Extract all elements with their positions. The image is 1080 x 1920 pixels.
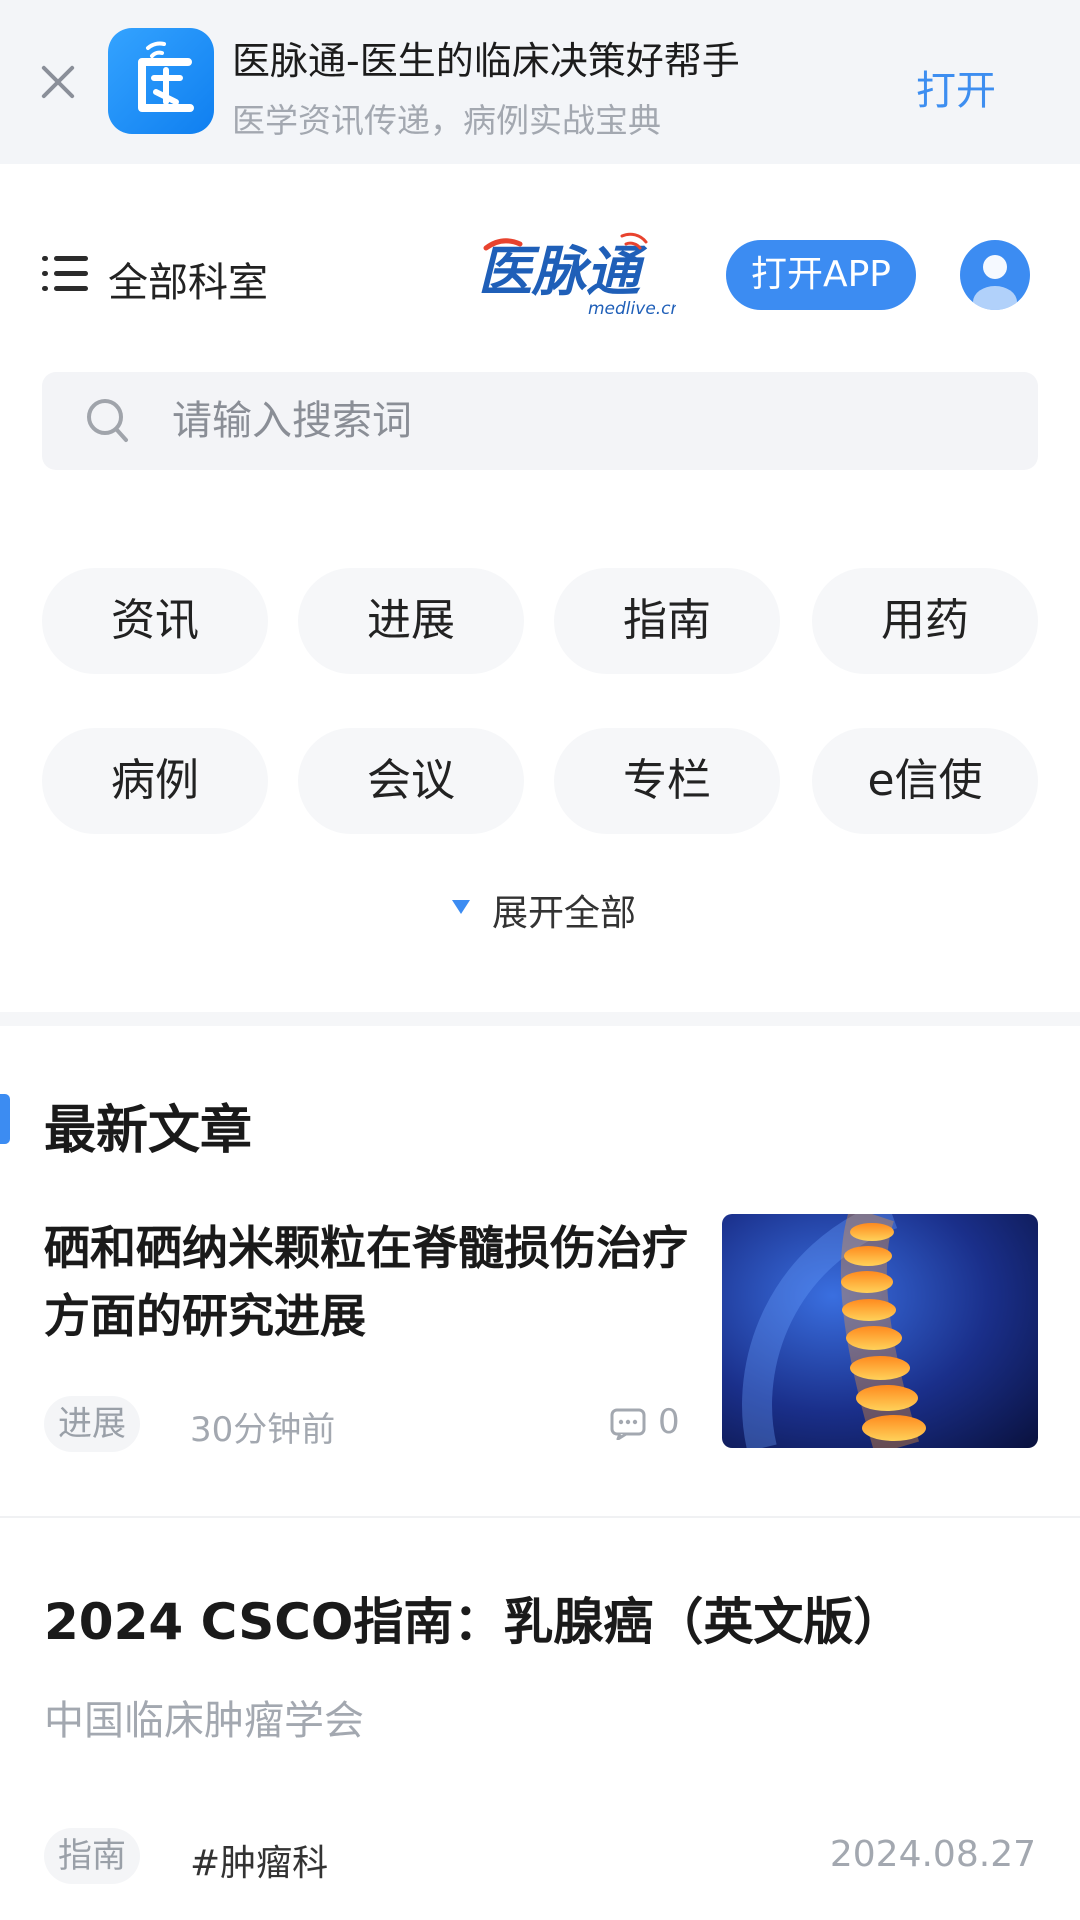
search-bar[interactable] — [42, 372, 1038, 470]
app-download-banner: 医脉通-医生的临床决策好帮手 医学资讯传递，病例实战宝典 打开 — [0, 0, 1080, 164]
category-pill-yongyao[interactable]: 用药 — [812, 568, 1038, 674]
search-input[interactable] — [172, 372, 992, 470]
banner-open-button[interactable]: 打开 — [916, 58, 996, 116]
section-accent-bar — [0, 1094, 10, 1144]
category-pill-exinshi[interactable]: e信使 — [812, 728, 1038, 834]
comment-icon — [610, 1408, 646, 1440]
logo-domain: medlive.cn — [588, 299, 676, 319]
menu-list-icon[interactable] — [42, 256, 88, 292]
article-tag[interactable]: 进展 — [44, 1396, 140, 1452]
category-pill-jinzhan[interactable]: 进展 — [298, 568, 524, 674]
open-app-button[interactable]: 打开APP — [726, 240, 916, 310]
category-pill-bingli[interactable]: 病例 — [42, 728, 268, 834]
article-divider — [0, 1516, 1080, 1518]
article-source: 中国临床肿瘤学会 — [44, 1698, 364, 1744]
article-title[interactable]: 2024 CSCO指南：乳腺癌（英文版） — [44, 1582, 903, 1654]
medlive-logo[interactable]: 医脉通 medlive.cn — [476, 226, 681, 320]
close-icon[interactable] — [36, 60, 80, 104]
triangle-down-icon — [452, 900, 470, 914]
comment-count: 0 — [658, 1402, 680, 1442]
logo-text: 医脉通 — [478, 240, 648, 303]
article-thumbnail-spine[interactable] — [722, 1214, 1038, 1448]
all-departments-label[interactable]: 全部科室 — [108, 250, 268, 308]
section-divider — [0, 1012, 1080, 1026]
category-pill-zhuanlan[interactable]: 专栏 — [554, 728, 780, 834]
article-time: 30分钟前 — [190, 1410, 336, 1450]
banner-app-name: 医脉通-医生的临床决策好帮手 — [232, 39, 740, 83]
category-pill-zixun[interactable]: 资讯 — [42, 568, 268, 674]
search-icon — [87, 399, 128, 442]
article-title[interactable]: 硒和硒纳米颗粒在脊髓损伤治疗方面的研究进展 — [44, 1214, 694, 1350]
app-icon[interactable] — [108, 28, 214, 134]
article-department-tag[interactable]: #肿瘤科 — [190, 1834, 328, 1886]
category-pill-zhinan[interactable]: 指南 — [554, 568, 780, 674]
article-date: 2024.08.27 — [829, 1834, 1036, 1875]
section-title: 最新文章 — [44, 1101, 253, 1161]
category-pill-huiyi[interactable]: 会议 — [298, 728, 524, 834]
user-avatar-icon[interactable] — [960, 240, 1030, 310]
article-tag[interactable]: 指南 — [44, 1828, 140, 1884]
expand-all-label: 展开全部 — [492, 893, 637, 934]
banner-subtitle: 医学资讯传递，病例实战宝典 — [232, 101, 661, 140]
